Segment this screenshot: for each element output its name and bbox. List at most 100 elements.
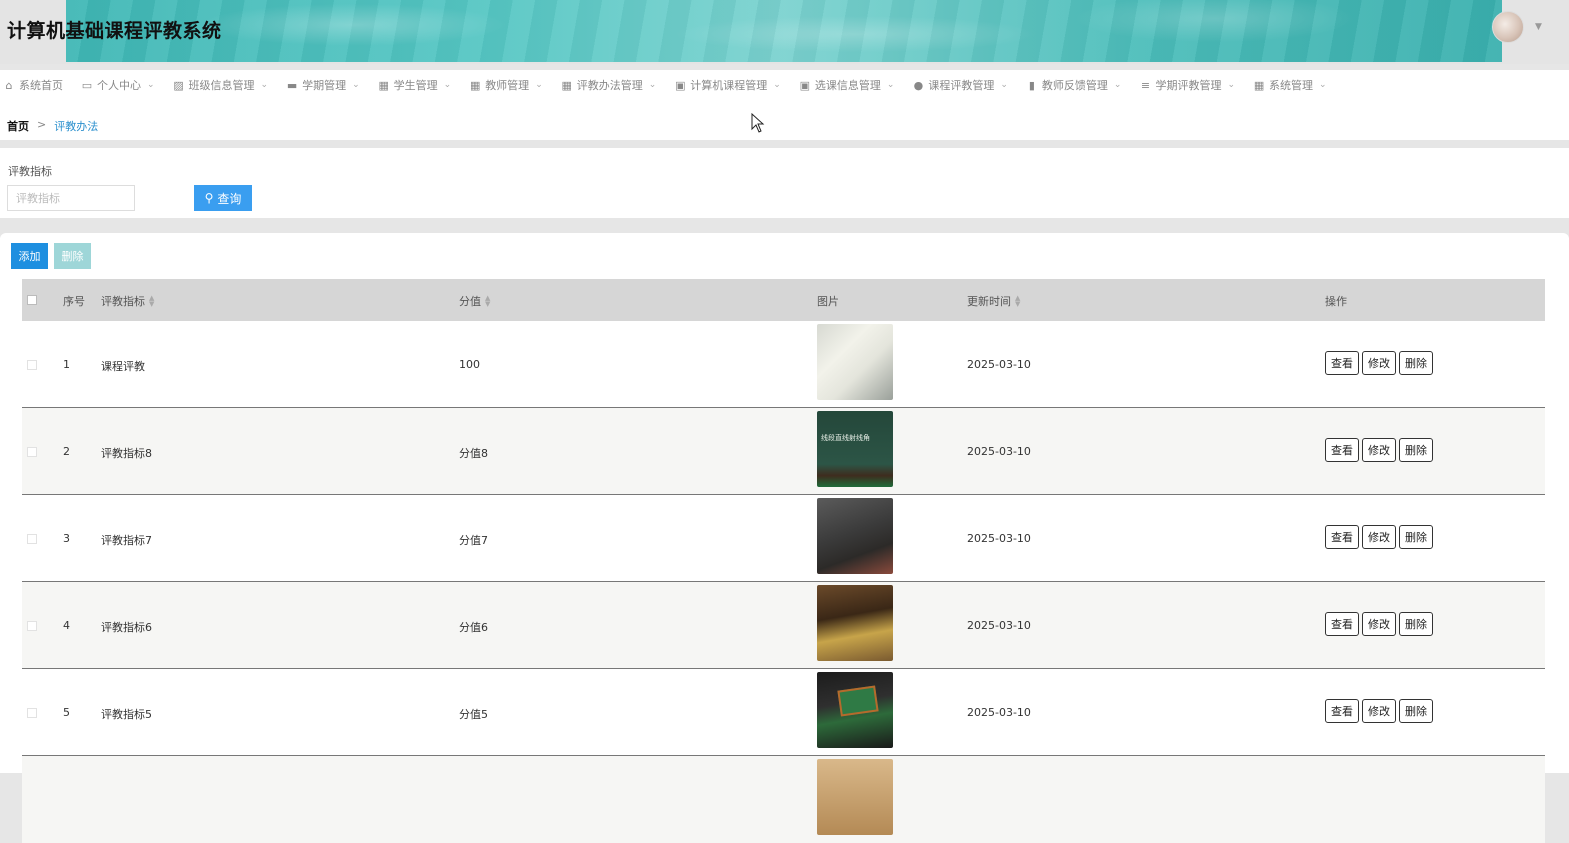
breadcrumb-home[interactable]: 首页 (7, 118, 29, 134)
nav-label: 学期管理 (302, 79, 347, 92)
row-thumbnail-image[interactable] (817, 672, 893, 748)
row-thumbnail-image[interactable] (817, 498, 893, 574)
table-row: 3 评教指标7 分值7 2025-03-10 查看 修改 删除 (22, 495, 1545, 582)
row-checkbox[interactable] (27, 621, 37, 631)
row-thumbnail-image[interactable] (817, 759, 893, 835)
clipboard-icon: ▣ (799, 78, 811, 92)
delete-button[interactable]: 删除 (1399, 351, 1433, 375)
delete-button[interactable]: 删除 (1399, 699, 1433, 723)
nav-item-course-evaluation[interactable]: ● 课程评教管理 ⌄ (912, 70, 1008, 100)
nav-item-home[interactable]: ⌂ 系统首页 (3, 70, 64, 100)
add-button[interactable]: 添加 (11, 243, 48, 269)
view-button[interactable]: 查看 (1325, 351, 1359, 375)
header-indicator[interactable]: 评教指标 ▲ ▼ (101, 293, 154, 309)
cell-score: 分值8 (459, 447, 488, 460)
nav-item-course-selection[interactable]: ▣ 选课信息管理 ⌄ (799, 70, 895, 100)
row-checkbox[interactable] (27, 360, 37, 370)
bars-icon: ▮ (1028, 78, 1035, 92)
table-row: 1 课程评教 100 2025-03-10 查看 修改 删除 (22, 321, 1545, 408)
row-thumbnail-image[interactable]: 线段直线射线角 (817, 411, 893, 487)
nav-item-students[interactable]: ▦ 学生管理 ⌄ (378, 70, 452, 100)
row-actions: 查看 修改 删除 (1325, 438, 1433, 462)
delete-selected-button[interactable]: 删除 (54, 243, 91, 269)
cell-indicator: 评教指标6 (101, 621, 152, 634)
edit-button[interactable]: 修改 (1362, 699, 1396, 723)
nav-item-profile[interactable]: ▭ 个人中心 ⌄ (81, 70, 155, 100)
nav-label: 教师反馈管理 (1041, 79, 1108, 92)
nav-item-class-info[interactable]: ▨ 班级信息管理 ⌄ (173, 70, 268, 100)
search-input[interactable] (7, 185, 135, 211)
home-icon: ⌂ (5, 78, 13, 92)
nav-label: 学期评教管理 (1155, 79, 1222, 92)
delete-button[interactable]: 删除 (1399, 525, 1433, 549)
thumbnail-text: 线段直线射线角 (821, 434, 870, 442)
view-button[interactable]: 查看 (1325, 699, 1359, 723)
nav-label: 计算机课程管理 (690, 79, 768, 92)
edit-button[interactable]: 修改 (1362, 525, 1396, 549)
sort-icon[interactable]: ▲ ▼ (485, 295, 490, 308)
edit-button[interactable]: 修改 (1362, 438, 1396, 462)
row-actions: 查看 修改 删除 (1325, 612, 1433, 636)
data-table: 序号 评教指标 ▲ ▼ 分值 ▲ ▼ 图片 更新时间 ▲ ▼ 操作 1 课程评教 100 2… (22, 279, 1545, 843)
breadcrumb-current: 评教办法 (54, 120, 99, 133)
chalkboard-graphic (837, 685, 879, 717)
header-index: 序号 (63, 295, 85, 308)
delete-button[interactable]: 删除 (1399, 438, 1433, 462)
grid-icon: ▦ (378, 78, 389, 92)
cell-updated: 2025-03-10 (967, 445, 1031, 458)
delete-button[interactable]: 删除 (1399, 612, 1433, 636)
select-all-checkbox[interactable] (27, 295, 37, 305)
nav-item-semester-evaluation[interactable]: ≡ 学期评教管理 ⌄ (1139, 70, 1235, 100)
card-icon: ▭ (81, 78, 93, 92)
breadcrumb: 首页 > 评教办法 (7, 118, 98, 134)
avatar[interactable] (1492, 11, 1524, 43)
briefcase-icon: ▬ (286, 78, 298, 92)
chevron-down-icon: ⌄ (648, 80, 657, 90)
row-checkbox[interactable] (27, 708, 37, 718)
cell-updated: 2025-03-10 (967, 532, 1031, 545)
nav-label: 学生管理 (393, 79, 438, 92)
pin-icon: ● (913, 78, 924, 92)
chevron-down-icon: ⌄ (1113, 80, 1122, 90)
chevron-down-icon: ⌄ (1319, 80, 1327, 90)
header-banner-image (66, 0, 1502, 62)
cell-index: 2 (63, 445, 70, 458)
nav-item-teachers[interactable]: ▦ 教师管理 ⌄ (469, 70, 543, 100)
row-checkbox[interactable] (27, 447, 37, 457)
chevron-down-icon: ⌄ (535, 80, 543, 90)
table-row: 4 评教指标6 分值6 2025-03-10 查看 修改 删除 (22, 582, 1545, 669)
clipboard-icon: ▣ (675, 78, 686, 92)
header-image: 图片 (817, 295, 839, 308)
cell-score: 分值6 (459, 621, 488, 634)
row-thumbnail-image[interactable] (817, 585, 893, 661)
cell-index: 4 (63, 619, 70, 632)
nav-item-system[interactable]: ▦ 系统管理 ⌄ (1253, 70, 1327, 100)
edit-button[interactable]: 修改 (1362, 351, 1396, 375)
row-checkbox[interactable] (27, 534, 37, 544)
cell-indicator: 评教指标5 (101, 708, 152, 721)
nav-item-teacher-feedback[interactable]: ▮ 教师反馈管理 ⌄ (1026, 70, 1122, 100)
view-button[interactable]: 查看 (1325, 438, 1359, 462)
cell-indicator: 评教指标8 (101, 447, 152, 460)
edit-button[interactable]: 修改 (1362, 612, 1396, 636)
cell-updated: 2025-03-10 (967, 706, 1031, 719)
caret-down-icon[interactable]: ▼ (1535, 22, 1542, 32)
view-button[interactable]: 查看 (1325, 525, 1359, 549)
cell-updated: 2025-03-10 (967, 358, 1031, 371)
view-button[interactable]: 查看 (1325, 612, 1359, 636)
chevron-down-icon: ⌄ (443, 80, 452, 90)
cell-indicator: 课程评教 (101, 360, 145, 373)
nav-label: 教师管理 (485, 79, 530, 92)
sort-icon[interactable]: ▲ ▼ (1015, 295, 1020, 308)
row-actions: 查看 修改 删除 (1325, 351, 1433, 375)
nav-item-computer-course[interactable]: ▣ 计算机课程管理 ⌄ (674, 70, 781, 100)
nav-item-evaluation-method[interactable]: ▦ 评教办法管理 ⌄ (561, 70, 657, 100)
header-updated[interactable]: 更新时间 ▲ ▼ (967, 293, 1020, 309)
cell-index: 3 (63, 532, 70, 545)
sort-icon[interactable]: ▲ ▼ (149, 295, 154, 308)
row-thumbnail-image[interactable] (817, 324, 893, 400)
header-score[interactable]: 分值 ▲ ▼ (459, 293, 490, 309)
chevron-down-icon: ⌄ (886, 80, 895, 90)
search-button[interactable]: ⚲ 查询 (194, 185, 252, 211)
nav-item-semester[interactable]: ▬ 学期管理 ⌄ (286, 70, 360, 100)
